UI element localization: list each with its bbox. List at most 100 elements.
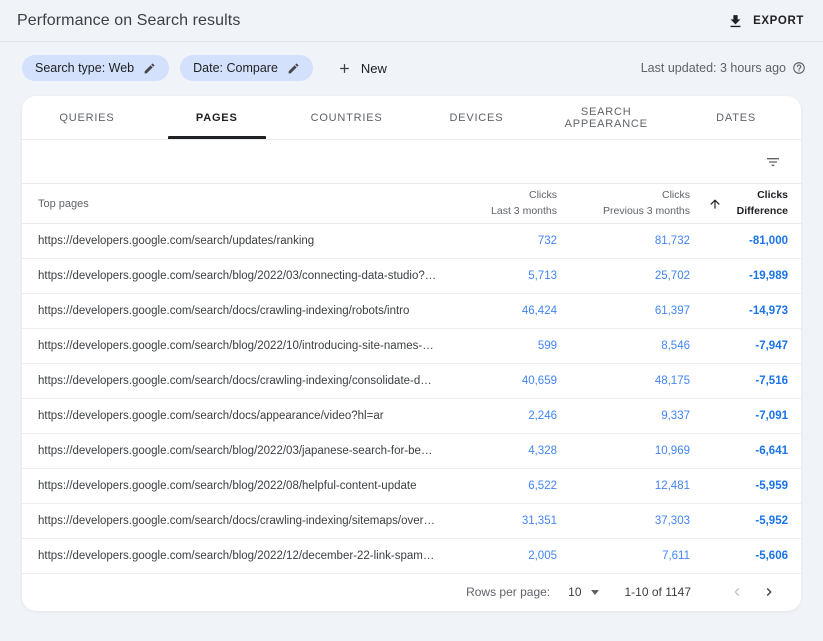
clicks-last-value: 732 [437,235,557,247]
table-row[interactable]: https://developers.google.com/search/blo… [22,329,801,364]
export-button[interactable]: EXPORT [725,9,806,34]
download-icon [727,13,744,30]
clicks-previous-value: 9,337 [557,410,690,422]
clicks-previous-value: 48,175 [557,375,690,387]
page-url[interactable]: https://developers.google.com/search/doc… [22,305,437,317]
active-tab-underline [168,136,266,139]
table-row[interactable]: https://developers.google.com/search/upd… [22,224,801,259]
export-label: EXPORT [753,15,804,27]
page-url[interactable]: https://developers.google.com/search/blo… [22,445,437,457]
clicks-previous-value: 8,546 [557,340,690,352]
clicks-difference-value: -5,952 [690,515,801,527]
filter-toolbar: Search type: Web Date: Compare New Last … [0,42,823,94]
tab-label: SEARCH APPEARANCE [541,106,671,130]
clicks-last-value: 40,659 [437,375,557,387]
next-page-button[interactable] [757,580,781,604]
clicks-difference-value: -5,606 [690,550,801,562]
tab-search-appearance[interactable]: SEARCH APPEARANCE [541,96,671,139]
tab-label: QUERIES [59,112,114,124]
chevron-left-icon [729,584,745,600]
filter-list-icon [765,154,781,170]
column-header-clicks-difference[interactable]: Clicks Difference [690,189,801,217]
page-url[interactable]: https://developers.google.com/search/blo… [22,480,437,492]
page-url[interactable]: https://developers.google.com/search/blo… [22,340,437,352]
page-url[interactable]: https://developers.google.com/search/upd… [22,235,437,247]
column-header-line2: Previous 3 months [603,205,690,218]
tab-devices[interactable]: DEVICES [411,96,541,139]
page-header: Performance on Search results EXPORT [0,0,823,41]
tab-pages[interactable]: PAGES [152,96,282,139]
table-row[interactable]: https://developers.google.com/search/doc… [22,294,801,329]
table-row[interactable]: https://developers.google.com/search/doc… [22,399,801,434]
page-url[interactable]: https://developers.google.com/search/blo… [22,270,437,282]
clicks-difference-value: -19,989 [690,270,801,282]
tab-dates[interactable]: DATES [671,96,801,139]
clicks-last-value: 2,246 [437,410,557,422]
last-updated-text: Last updated: 3 hours ago [641,61,786,75]
page-url[interactable]: https://developers.google.com/search/doc… [22,410,437,422]
dropdown-arrow-icon [591,590,599,595]
column-header-line1: Clicks [757,189,788,202]
column-header-line2: Difference [737,205,788,218]
page-url[interactable]: https://developers.google.com/search/blo… [22,550,437,562]
clicks-last-value: 31,351 [437,515,557,527]
column-header-line1: Clicks [662,189,690,202]
plus-icon [337,61,352,76]
edit-pencil-icon [143,62,156,75]
clicks-difference-value: -5,959 [690,480,801,492]
table-row[interactable]: https://developers.google.com/search/blo… [22,469,801,504]
last-updated-status: Last updated: 3 hours ago [641,61,806,75]
column-header-clicks-last[interactable]: Clicks Last 3 months [437,189,557,217]
table-header-row: Top pages Clicks Last 3 months Clicks Pr… [22,184,801,224]
sort-ascending-arrow-icon [708,197,722,211]
column-header-line1: Clicks [529,189,557,202]
chip-label: Search type: Web [35,61,134,75]
column-header-clicks-previous[interactable]: Clicks Previous 3 months [557,189,690,217]
clicks-previous-value: 10,969 [557,445,690,457]
page-url[interactable]: https://developers.google.com/search/doc… [22,375,437,387]
clicks-last-value: 46,424 [437,305,557,317]
tab-label: PAGES [196,112,238,124]
clicks-previous-value: 61,397 [557,305,690,317]
page-url[interactable]: https://developers.google.com/search/doc… [22,515,437,527]
clicks-last-value: 2,005 [437,550,557,562]
table-row[interactable]: https://developers.google.com/search/blo… [22,259,801,294]
dimension-tabs: QUERIES PAGES COUNTRIES DEVICES SEARCH A… [22,96,801,140]
new-label: New [361,61,387,76]
clicks-last-value: 5,713 [437,270,557,282]
performance-table-card: QUERIES PAGES COUNTRIES DEVICES SEARCH A… [22,96,801,611]
help-icon[interactable] [792,61,806,75]
clicks-difference-value: -14,973 [690,305,801,317]
tab-label: COUNTRIES [311,112,383,124]
search-type-chip[interactable]: Search type: Web [22,55,169,81]
pagination-range: 1-10 of 1147 [625,585,692,599]
table-row[interactable]: https://developers.google.com/search/doc… [22,364,801,399]
rows-per-page-select[interactable]: 10 [568,585,598,599]
clicks-previous-value: 81,732 [557,235,690,247]
clicks-difference-value: -7,091 [690,410,801,422]
clicks-last-value: 4,328 [437,445,557,457]
table-row[interactable]: https://developers.google.com/search/blo… [22,434,801,469]
clicks-difference-value: -81,000 [690,235,801,247]
filter-rows-button[interactable] [761,150,785,174]
rows-per-page-label: Rows per page: [466,585,550,599]
clicks-last-value: 599 [437,340,557,352]
column-header-top-pages[interactable]: Top pages [22,198,437,210]
new-filter-button[interactable]: New [331,57,393,80]
chevron-right-icon [761,584,777,600]
table-row[interactable]: https://developers.google.com/search/blo… [22,539,801,574]
date-compare-chip[interactable]: Date: Compare [180,55,313,81]
tab-label: DATES [716,112,756,124]
chip-label: Date: Compare [193,61,278,75]
tab-countries[interactable]: COUNTRIES [282,96,412,139]
clicks-previous-value: 12,481 [557,480,690,492]
tab-queries[interactable]: QUERIES [22,96,152,139]
rows-per-page-value: 10 [568,585,581,599]
page-title: Performance on Search results [17,12,240,30]
clicks-previous-value: 7,611 [557,550,690,562]
previous-page-button[interactable] [725,580,749,604]
table-row[interactable]: https://developers.google.com/search/doc… [22,504,801,539]
clicks-previous-value: 37,303 [557,515,690,527]
table-body: https://developers.google.com/search/upd… [22,224,801,574]
table-filter-row [22,140,801,184]
